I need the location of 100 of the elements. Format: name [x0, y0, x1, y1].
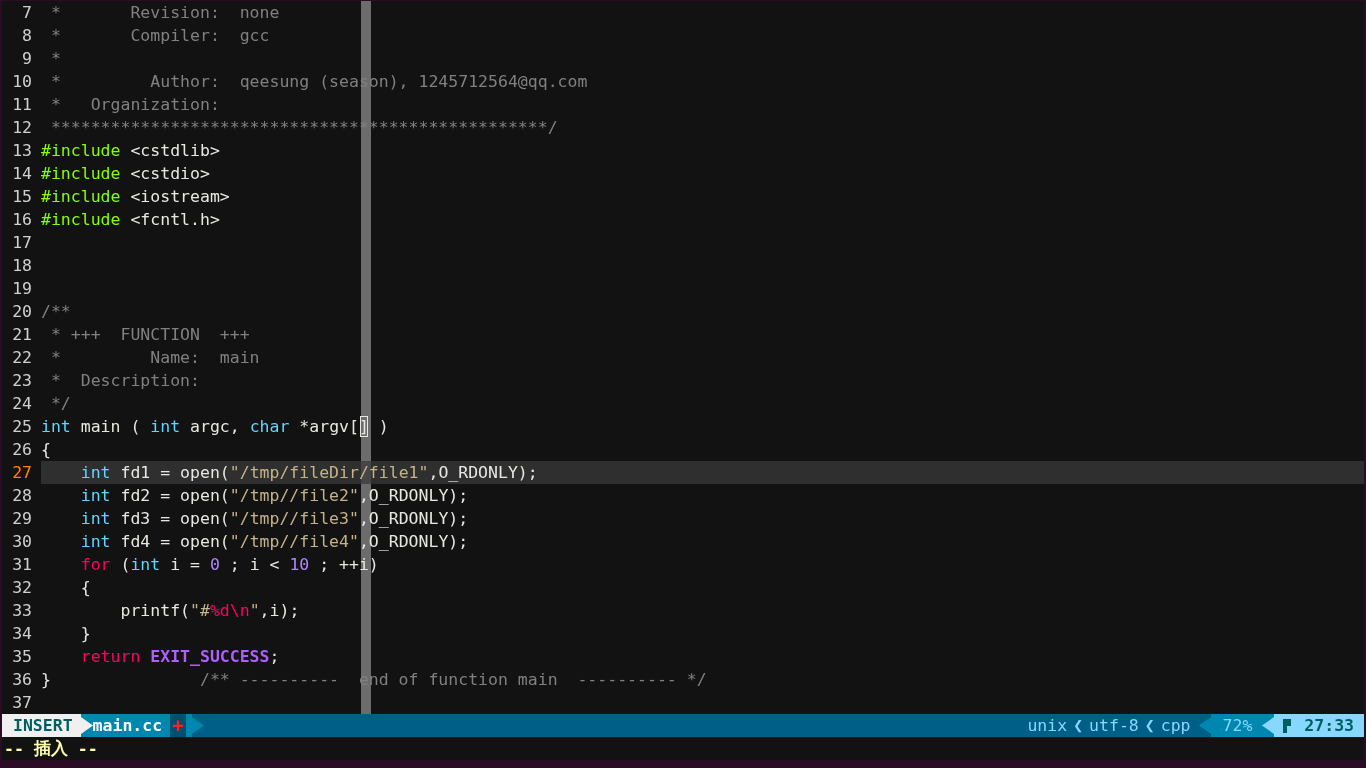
code-text: main ( [79, 416, 142, 438]
code-text: ( [119, 554, 131, 576]
file-info: cpp [1160, 715, 1191, 737]
code-text: fd4 = open( [119, 531, 230, 553]
code-text: int [79, 508, 111, 530]
code-text: ,i); [259, 600, 300, 622]
code-text: "/tmp//file2" [229, 485, 359, 507]
code-text: * Revision: none [49, 2, 280, 24]
code-text: } [79, 623, 91, 645]
code-text: * +++ FUNCTION +++ [49, 324, 250, 346]
code-text: * Compiler: gcc [49, 25, 270, 47]
line-number: 16 [11, 209, 33, 231]
line-number: 26 [11, 439, 33, 461]
code-text: "/tmp/fileDir/file1" [229, 462, 429, 484]
code-text: fd1 = open( [119, 462, 230, 484]
code-text: * Description: [49, 370, 200, 392]
line-number: 21 [11, 324, 33, 346]
code-text: ,O_RDONLY); [358, 485, 469, 507]
line-number: 36 [11, 669, 33, 691]
code-text: *argv[ [298, 416, 359, 438]
code-text: #include [41, 140, 121, 162]
line-number: 11 [11, 94, 33, 116]
line-number: 18 [11, 255, 33, 277]
code-text: #include [41, 209, 121, 231]
file-info: unix [1027, 715, 1068, 737]
line-number: 14 [11, 163, 33, 185]
line-number: 33 [11, 600, 33, 622]
line-number: 23 [11, 370, 33, 392]
code-text: <iostream> [129, 186, 230, 208]
code-text: * Organization: [49, 94, 220, 116]
code-text: printf( [119, 600, 190, 622]
code-text: int [79, 531, 111, 553]
code-text: "/tmp//file4" [229, 531, 359, 553]
code-text: for [79, 554, 111, 576]
command-line: -- 插入 -- [4, 739, 98, 758]
code-text: int [79, 485, 111, 507]
code-text: * [49, 48, 61, 70]
code-text: ; i < [228, 554, 281, 576]
code-text: " [249, 600, 260, 622]
code-text: 10 [289, 554, 310, 576]
code-text: ; [269, 646, 280, 668]
code-text: return [79, 646, 142, 668]
code-text: %d\n [209, 600, 250, 622]
line-number: 7 [21, 2, 33, 24]
code-text: <cstdlib> [129, 140, 220, 162]
file-name: main.cc [92, 715, 163, 737]
line-number: 9 [21, 48, 33, 70]
code-text: /** [41, 301, 71, 323]
line-number: 22 [11, 347, 33, 369]
line-number: 19 [11, 278, 33, 300]
code-text: fd3 = open( [119, 508, 230, 530]
code-text: * Name: main [49, 347, 260, 369]
line-number: 31 [11, 554, 33, 576]
code-text: int [79, 462, 111, 484]
line-number-icon [1282, 717, 1293, 734]
line-number: 20 [11, 301, 33, 323]
code-text: ) [377, 416, 389, 438]
line-number: 32 [11, 577, 33, 599]
code-text: } [41, 669, 51, 691]
line-number: 10 [11, 71, 33, 93]
line-number: 35 [11, 646, 33, 668]
line-number: 27 [11, 462, 33, 484]
code-text: #include [41, 163, 121, 185]
code-text: { [41, 439, 51, 461]
code-text: int [41, 416, 71, 438]
line-number: 28 [11, 485, 33, 507]
code-text: int [150, 416, 181, 438]
code-text: "/tmp//file3" [229, 508, 359, 530]
code-text: char [249, 416, 290, 438]
code-text: EXIT_SUCCESS [150, 646, 270, 668]
code-text: <cstdio> [129, 163, 210, 185]
line-number: 17 [11, 232, 33, 254]
line-number: 30 [11, 531, 33, 553]
code-text: i = [169, 554, 201, 576]
code-text: ,O_RDONLY); [428, 462, 538, 484]
line-number: 37 [11, 692, 33, 714]
file-info: utf-8 [1089, 715, 1139, 737]
code-text: 0 [209, 554, 220, 576]
code-text: { [79, 577, 91, 599]
cursor-position: 27:33 [1304, 715, 1354, 737]
line-number: 24 [11, 393, 33, 415]
code-text: */ [49, 393, 71, 415]
code-text: ; ++i) [318, 554, 379, 576]
code-text: "# [190, 600, 210, 622]
code-text: #include [41, 186, 121, 208]
line-number: 34 [11, 623, 33, 645]
line-number: 12 [11, 117, 33, 139]
line-number: 8 [21, 25, 33, 47]
code-text: <fcntl.h> [129, 209, 220, 231]
line-number: 13 [11, 140, 33, 162]
code-text: ,O_RDONLY); [358, 508, 469, 530]
code-text: argc, [189, 416, 241, 438]
line-number: 25 [11, 416, 33, 438]
separator-glyph: ❮ [1143, 715, 1156, 737]
separator-glyph: ❮ [1072, 715, 1085, 737]
code-text: int [130, 554, 161, 576]
code-text: fd2 = open( [119, 485, 230, 507]
code-text: ,O_RDONLY); [358, 531, 469, 553]
line-number: 29 [11, 508, 33, 530]
line-number: 15 [11, 186, 33, 208]
